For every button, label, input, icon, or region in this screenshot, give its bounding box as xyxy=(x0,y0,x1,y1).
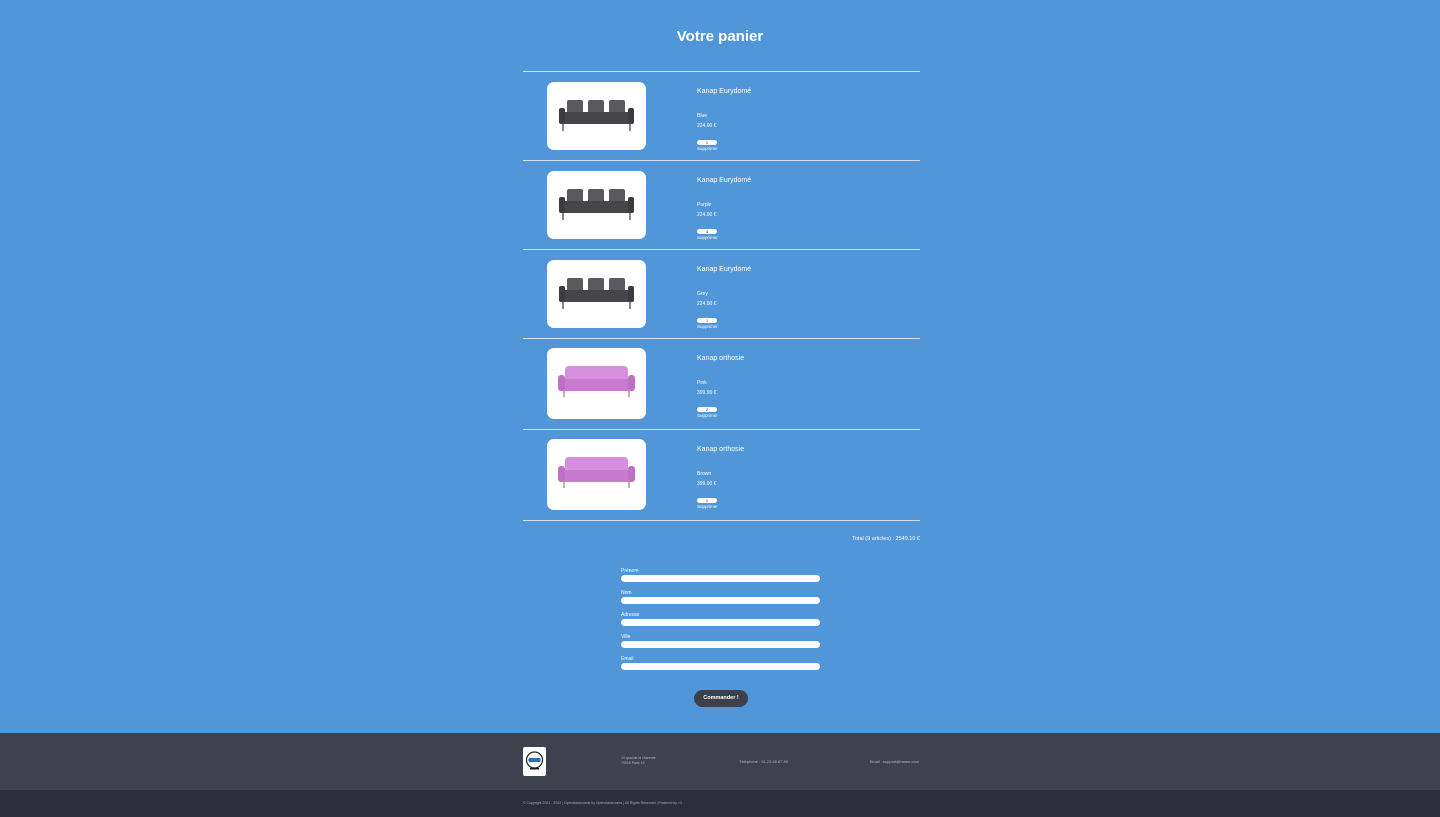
page-title: Votre panier xyxy=(676,28,764,45)
first-name-field: Prénom xyxy=(621,568,821,590)
delete-button[interactable]: Supprimer xyxy=(697,413,718,418)
item-color: Blue xyxy=(697,113,708,119)
main-content: Votre panier Kanap Eurydomé Blue 224.90 … xyxy=(0,0,1440,733)
item-name: Kanap orthosie xyxy=(697,355,745,362)
item-name: Kanap Eurydomé xyxy=(697,88,752,95)
item-color: Pink xyxy=(697,380,707,386)
item-color: Purple xyxy=(697,202,712,208)
delete-button[interactable]: Supprimer xyxy=(697,504,718,509)
cart-total: Total (9 articles) : 2549.10 € xyxy=(852,536,920,542)
email-label: Email xyxy=(621,656,634,662)
product-image xyxy=(547,260,646,328)
product-image xyxy=(547,348,646,419)
item-price: 399.90 € xyxy=(697,481,717,487)
address-field: Adresse xyxy=(621,612,821,634)
cart-item: Kanap orthosie Brown 399.90 € 1 Supprime… xyxy=(523,430,920,521)
last-name-input[interactable] xyxy=(621,597,820,604)
footer-address: 10 quai de la charente 75019 Paris 19 xyxy=(621,756,656,766)
item-name: Kanap orthosie xyxy=(697,446,745,453)
order-button[interactable]: Commander ! xyxy=(694,690,748,707)
city-input[interactable] xyxy=(621,641,820,648)
product-image xyxy=(547,82,646,150)
last-name-field: Nom xyxy=(621,590,821,612)
item-price: 224.90 € xyxy=(697,212,717,218)
item-price: 224.90 € xyxy=(697,301,717,307)
cart-item: Kanap Eurydomé Purple 224.90 € 4 Supprim… xyxy=(523,161,920,250)
email-input[interactable] xyxy=(621,663,820,670)
product-image xyxy=(547,171,646,239)
cart-items: Kanap Eurydomé Blue 224.90 € 1 Supprimer xyxy=(523,71,920,521)
first-name-input[interactable] xyxy=(621,575,820,582)
email-field: Email xyxy=(621,656,821,678)
address-input[interactable] xyxy=(621,619,820,626)
city-label: Ville xyxy=(621,634,631,640)
grey-sofa-icon xyxy=(559,100,634,131)
item-name: Kanap Eurydomé xyxy=(697,266,752,273)
cart-item: Kanap Eurydomé Blue 224.90 € 1 Supprimer xyxy=(523,72,920,161)
cart-item: Kanap orthosie Pink 399.90 € 2 Supprimer xyxy=(523,339,920,430)
delete-button[interactable]: Supprimer xyxy=(697,146,718,151)
item-name: Kanap Eurydomé xyxy=(697,177,752,184)
footer: 10 quai de la charente 75019 Paris 19 Té… xyxy=(0,733,1440,790)
delete-button[interactable]: Supprimer xyxy=(697,235,718,240)
quantity-input[interactable]: 1 xyxy=(697,140,717,145)
quantity-input[interactable]: 1 xyxy=(697,318,717,323)
item-price: 399.90 € xyxy=(697,390,717,396)
pink-sofa-icon xyxy=(558,457,635,488)
item-color: Grey xyxy=(697,291,708,297)
grey-sofa-icon xyxy=(559,278,634,309)
footer-phone: Téléphone : 01 23 45 67 89 xyxy=(739,759,788,764)
delete-button[interactable]: Supprimer xyxy=(697,324,718,329)
kanap-logo-icon xyxy=(523,747,546,776)
first-name-label: Prénom xyxy=(621,568,639,574)
quantity-input[interactable]: 2 xyxy=(697,407,717,412)
cart-item: Kanap Eurydomé Grey 224.90 € 1 Supprimer xyxy=(523,250,920,339)
item-price: 224.90 € xyxy=(697,123,717,129)
address-label: Adresse xyxy=(621,612,640,618)
product-image xyxy=(547,439,646,510)
footer-email: Email : support@name.com xyxy=(869,759,919,764)
order-form: Prénom Nom Adresse Ville Email xyxy=(621,568,821,678)
quantity-input[interactable]: 1 xyxy=(697,498,717,503)
address-line-2: 75019 Paris 19 xyxy=(621,761,645,765)
city-field: Ville xyxy=(621,634,821,656)
footer-bottom: © Copyright 2021 - 2042 | Openclassrooms… xyxy=(0,790,1440,817)
quantity-input[interactable]: 4 xyxy=(697,229,717,234)
grey-sofa-icon xyxy=(559,189,634,220)
last-name-label: Nom xyxy=(621,590,632,596)
copyright-text: © Copyright 2021 - 2042 | Openclassrooms… xyxy=(523,801,682,805)
item-color: Brown xyxy=(697,471,712,477)
pink-sofa-icon xyxy=(558,366,635,397)
